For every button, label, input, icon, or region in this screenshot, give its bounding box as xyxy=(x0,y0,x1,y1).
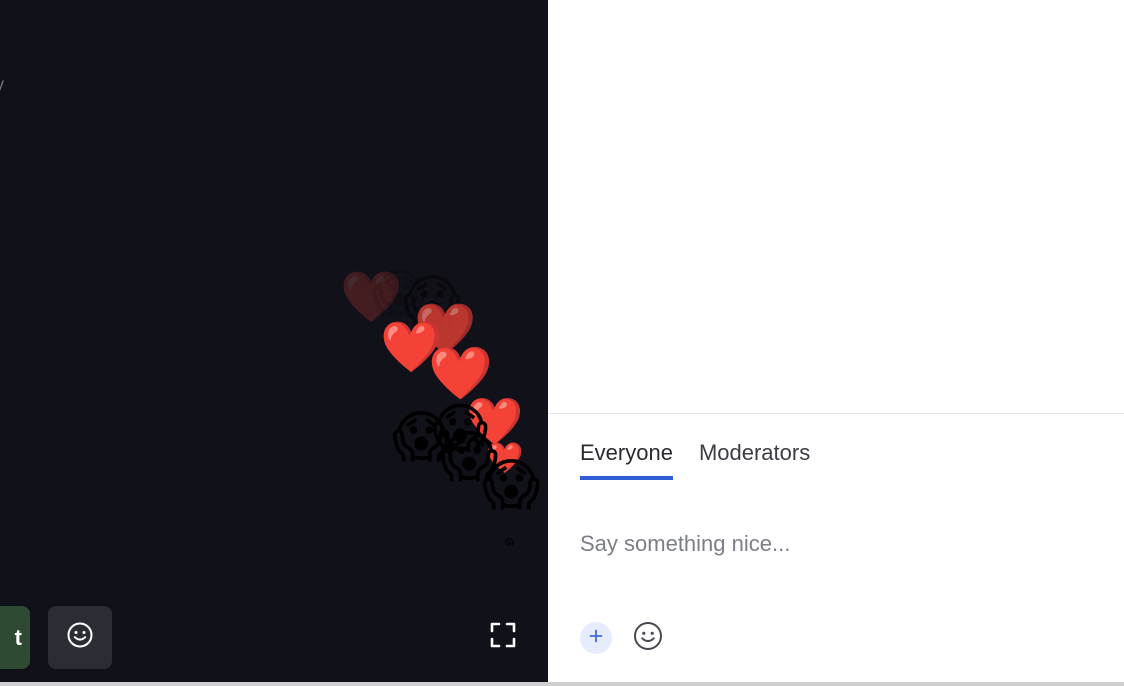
scream-emoji: 😱 xyxy=(505,538,515,548)
heart-icon: ❤️ xyxy=(428,344,493,404)
cut-off-button-label: t xyxy=(14,624,22,650)
tab-everyone[interactable]: Everyone xyxy=(580,440,673,480)
plus-icon xyxy=(588,628,604,649)
chat-message-list[interactable] xyxy=(548,0,1124,413)
scream-emoji: 😱 xyxy=(482,453,541,518)
edge-text: y xyxy=(0,76,4,93)
app: y ❤️ 😱 😱 ❤️ ❤️ ❤️ ❤️ ❤️ 😱 😱 😱 😱 😱 t Ever… xyxy=(0,0,1124,682)
window-bottom-edge xyxy=(0,682,1124,686)
smiley-icon xyxy=(66,621,94,654)
fullscreen-icon xyxy=(490,622,516,653)
video-panel: y ❤️ 😱 😱 ❤️ ❤️ ❤️ ❤️ ❤️ 😱 😱 😱 😱 😱 t xyxy=(0,0,548,682)
emoji-picker-button[interactable] xyxy=(632,621,664,656)
divider xyxy=(548,413,1124,414)
chat-tabs: Everyone Moderators xyxy=(580,440,810,480)
tab-moderators[interactable]: Moderators xyxy=(699,440,810,480)
cut-off-button[interactable]: t xyxy=(0,606,30,669)
fullscreen-button[interactable] xyxy=(486,620,520,654)
chat-message-input[interactable] xyxy=(580,526,1080,562)
reaction-button[interactable] xyxy=(48,606,112,669)
add-attachment-button[interactable] xyxy=(580,622,612,654)
chat-panel: Everyone Moderators xyxy=(548,0,1124,682)
smiley-icon xyxy=(633,621,663,656)
